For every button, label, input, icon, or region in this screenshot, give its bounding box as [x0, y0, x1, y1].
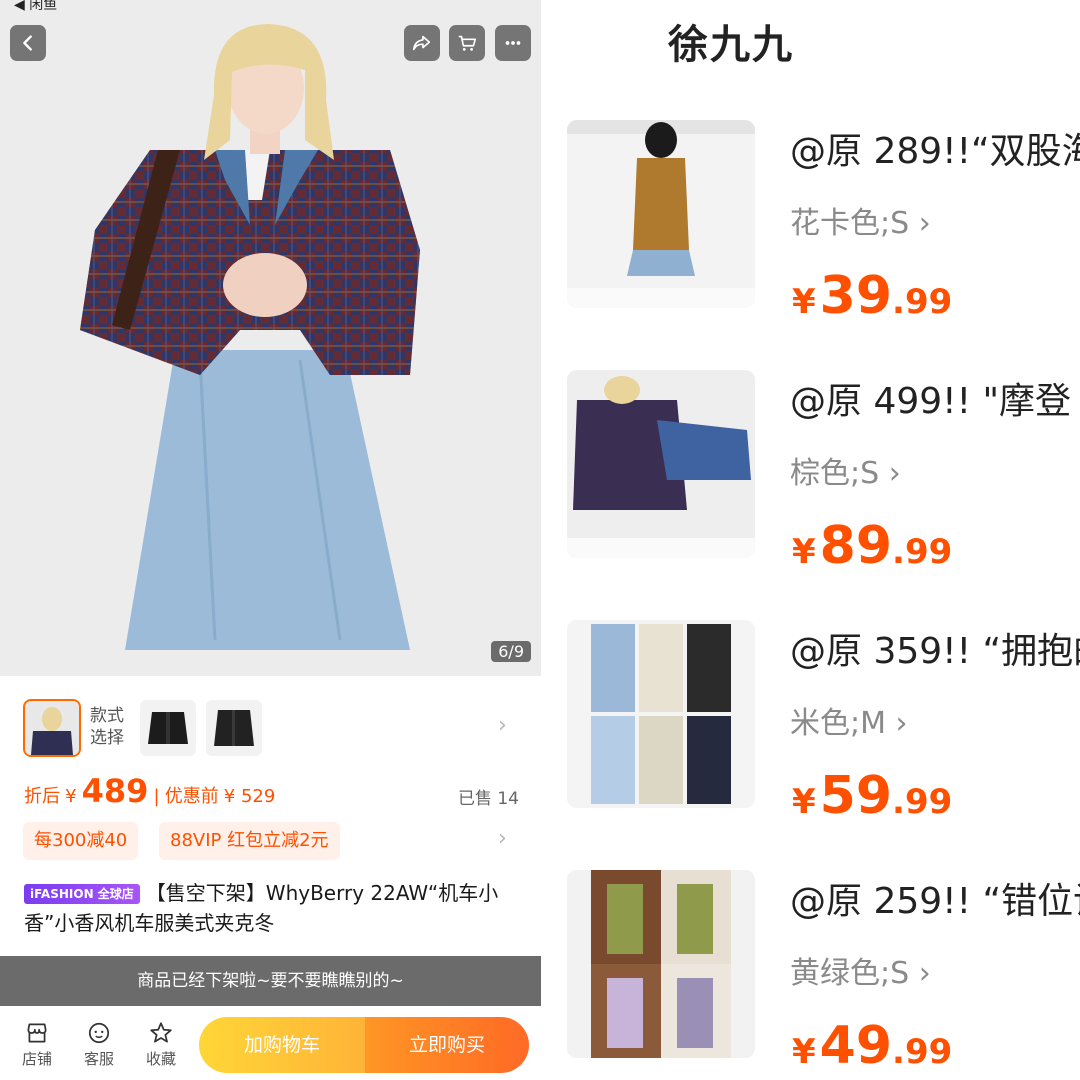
- shop-name: 徐九九: [668, 22, 794, 68]
- price-integer: 89: [819, 516, 893, 576]
- price-currency: ¥: [792, 782, 816, 822]
- service-label: 客服: [83, 1050, 114, 1068]
- chevron-right-icon[interactable]: ›: [498, 826, 507, 851]
- order-price: ¥89.99: [792, 516, 952, 576]
- order-item[interactable]: @原 259!! “错位设 黄绿色;S › ¥49.99: [541, 870, 1080, 1076]
- order-thumb-image: [567, 870, 755, 1058]
- bottom-action-bar: 店铺 客服 收藏 加购物车 立即购买: [0, 1006, 541, 1080]
- orders-pane: 徐九九 @原 289!!“双股海 花卡色;S › ¥39.99 @原 499!!…: [541, 0, 1080, 1080]
- delisted-notice: 商品已经下架啦~要不要瞧瞧别的~: [0, 956, 541, 1006]
- price-decimal: .99: [892, 282, 953, 322]
- chevron-right-icon: ›: [895, 706, 908, 741]
- style-thumb-2[interactable]: [140, 700, 196, 756]
- style-thumb-image: [148, 712, 188, 744]
- service-button[interactable]: 客服: [77, 1020, 121, 1069]
- chevron-right-icon: ›: [918, 956, 931, 991]
- price-decimal: .99: [892, 532, 953, 572]
- order-sku-text: 棕色;S: [790, 456, 880, 491]
- share-button[interactable]: [404, 25, 440, 61]
- price-integer: 49: [819, 1016, 893, 1076]
- after-discount-label: 折后: [24, 786, 60, 807]
- chevron-right-icon[interactable]: ›: [498, 713, 507, 738]
- product-detail-pane: ◀ 闲鱼 6/9 款式选择 › 折后 ¥ 489 | 优惠前 ¥ 529 已售 …: [0, 0, 541, 1080]
- order-title: @原 359!! “拥抱的: [790, 631, 1080, 672]
- customer-service-icon: [88, 1022, 110, 1044]
- back-button[interactable]: [10, 25, 46, 61]
- price-integer: 39: [819, 266, 893, 326]
- gallery-counter: 6/9: [491, 641, 531, 662]
- order-thumbnail[interactable]: [567, 120, 755, 308]
- price-integer: 59: [819, 766, 893, 826]
- style-select-label: 款式选择: [90, 706, 124, 748]
- cart-button[interactable]: [449, 25, 485, 61]
- order-price: ¥59.99: [792, 766, 952, 826]
- order-sku-text: 花卡色;S: [790, 206, 910, 241]
- product-photo: [0, 0, 541, 676]
- style-selector[interactable]: 款式选择 ›: [0, 697, 541, 761]
- price-before: ¥ 529: [223, 786, 276, 807]
- order-thumb-image: [567, 370, 755, 558]
- order-thumbnail[interactable]: [567, 620, 755, 808]
- order-sku[interactable]: 米色;M ›: [790, 698, 908, 742]
- star-icon: [150, 1022, 172, 1043]
- order-sku-text: 米色;M: [790, 706, 886, 741]
- order-sku-text: 黄绿色;S: [790, 956, 910, 991]
- order-thumbnail[interactable]: [567, 870, 755, 1058]
- chevron-left-icon: [23, 35, 32, 51]
- price-currency: ¥: [792, 532, 816, 572]
- style-thumb-selected[interactable]: [23, 699, 81, 757]
- store-icon: [27, 1023, 47, 1043]
- style-thumb-3[interactable]: [206, 700, 262, 756]
- style-thumb-image: [25, 701, 79, 755]
- order-price: ¥49.99: [792, 1016, 952, 1076]
- chevron-right-icon: ›: [888, 456, 901, 491]
- order-thumbnail[interactable]: [567, 370, 755, 558]
- more-icon: [505, 41, 521, 45]
- order-item[interactable]: @原 359!! “拥抱的 米色;M › ¥59.99: [541, 620, 1080, 826]
- order-title: @原 259!! “错位设: [790, 881, 1080, 922]
- product-gallery[interactable]: ◀ 闲鱼 6/9: [0, 0, 541, 676]
- style-thumb-image: [214, 710, 254, 746]
- cart-icon: [458, 35, 477, 51]
- price-separator: |: [153, 786, 160, 807]
- status-bar-back-app[interactable]: ◀ 闲鱼: [14, 0, 57, 14]
- buy-now-button[interactable]: 立即购买: [365, 1017, 529, 1073]
- add-to-cart-button[interactable]: 加购物车: [199, 1017, 365, 1073]
- order-title: @原 499!! "摩登: [790, 381, 1072, 422]
- share-icon: [412, 35, 431, 51]
- shop-label: 店铺: [21, 1050, 52, 1068]
- product-title-block: iFASHION 全球店 【售空下架】WhyBerry 22AW“机车小香”小香风…: [24, 878, 529, 938]
- coupon-88vip[interactable]: 88VIP 红包立减2元: [159, 822, 340, 860]
- coupon-threshold[interactable]: 每300减40: [23, 822, 139, 860]
- price-after: 489: [81, 772, 149, 810]
- favorite-button[interactable]: 收藏: [139, 1020, 183, 1069]
- order-title: @原 289!!“双股海: [790, 131, 1080, 172]
- order-thumb-image: [567, 620, 755, 808]
- shop-button[interactable]: 店铺: [15, 1020, 59, 1069]
- order-item[interactable]: @原 289!!“双股海 花卡色;S › ¥39.99: [541, 120, 1080, 326]
- order-thumb-image: [567, 120, 755, 308]
- sold-count: 已售 14: [457, 789, 519, 809]
- before-discount-label: 优惠前: [164, 786, 219, 807]
- more-button[interactable]: [495, 25, 531, 61]
- ifashion-badge: iFASHION 全球店: [24, 884, 140, 904]
- order-sku[interactable]: 棕色;S ›: [790, 448, 901, 492]
- currency-symbol: ¥: [65, 786, 77, 807]
- price-row: 折后 ¥ 489 | 优惠前 ¥ 529 已售 14: [24, 772, 519, 812]
- chevron-right-icon: ›: [918, 206, 931, 241]
- favorite-label: 收藏: [145, 1050, 176, 1068]
- order-price: ¥39.99: [792, 266, 952, 326]
- price-currency: ¥: [792, 1032, 816, 1072]
- order-sku[interactable]: 黄绿色;S ›: [790, 948, 931, 992]
- price-decimal: .99: [892, 782, 953, 822]
- order-sku[interactable]: 花卡色;S ›: [790, 198, 931, 242]
- order-item[interactable]: @原 499!! "摩登 棕色;S › ¥89.99: [541, 370, 1080, 576]
- price-currency: ¥: [792, 282, 816, 322]
- price-decimal: .99: [892, 1032, 953, 1072]
